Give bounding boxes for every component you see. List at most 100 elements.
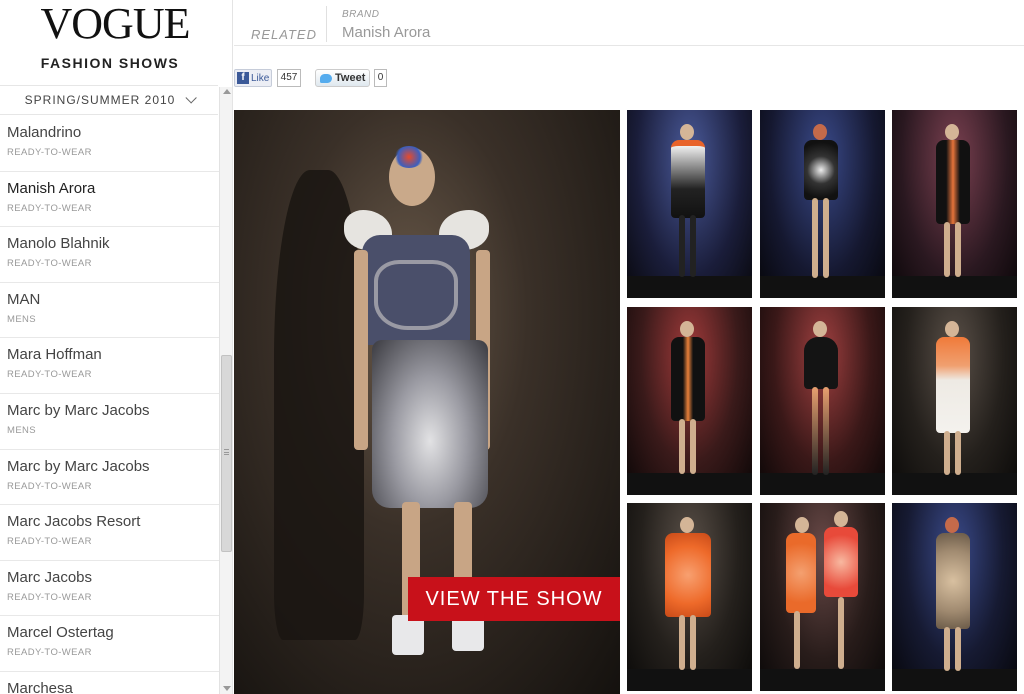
model-leg (955, 431, 961, 475)
look-thumbnail[interactable] (892, 307, 1017, 495)
season-label: SPRING/SUMMER 2010 (24, 93, 176, 107)
outfit (824, 527, 858, 597)
page-subtitle: FASHION SHOWS (40, 55, 180, 71)
model-leg (955, 627, 961, 671)
model-head (680, 321, 694, 337)
season-selector[interactable]: SPRING/SUMMER 2010 (0, 85, 218, 115)
designer-item[interactable]: Marc Jacobs READY-TO-WEAR (0, 561, 219, 617)
twitter-bird-icon (320, 73, 332, 83)
chevron-down-icon (185, 92, 198, 104)
designer-category: MENS (7, 424, 37, 436)
look-thumbnail[interactable] (760, 503, 885, 691)
scroll-down-arrow-icon[interactable] (223, 686, 231, 691)
outfit (671, 140, 705, 218)
designer-item[interactable]: Marc by Marc Jacobs MENS (0, 394, 219, 450)
outfit (804, 337, 838, 389)
designer-category: READY-TO-WEAR (7, 591, 92, 603)
designer-item[interactable]: Malandrino READY-TO-WEAR (0, 116, 219, 172)
outfit (786, 533, 816, 613)
tweet-count: 0 (374, 69, 387, 87)
model-leg (944, 222, 950, 277)
designer-name: Mara Hoffman (7, 346, 102, 364)
model-leg (955, 222, 961, 277)
model-leg (679, 615, 685, 670)
designer-item[interactable]: Marchesa (0, 672, 219, 694)
designer-item-active[interactable]: Manish Arora READY-TO-WEAR (0, 172, 219, 228)
designer-name: Manolo Blahnik (7, 235, 110, 253)
model-head (945, 124, 959, 140)
model-leg (838, 597, 844, 669)
view-the-show-button[interactable]: VIEW THE SHOW (408, 577, 620, 621)
model-head (834, 511, 848, 527)
stage-floor (892, 669, 1017, 691)
look-thumbnail[interactable] (760, 110, 885, 298)
headpiece-ornament (394, 146, 424, 168)
like-label: Like (251, 72, 270, 84)
designer-item[interactable]: Marc Jacobs Resort READY-TO-WEAR (0, 505, 219, 561)
designer-name: Marchesa (7, 679, 73, 694)
look-thumbnail[interactable] (760, 307, 885, 495)
stage-floor (892, 276, 1017, 298)
model-leg (812, 198, 818, 278)
model-head (795, 517, 809, 533)
outfit (936, 337, 970, 433)
brand-link[interactable]: Manish Arora (342, 24, 430, 41)
look-thumbnail[interactable] (892, 503, 1017, 691)
look-thumbnail[interactable] (627, 307, 752, 495)
stage-floor (760, 276, 885, 298)
model-leg (679, 215, 685, 277)
scrollbar-thumb[interactable] (221, 355, 232, 552)
sidebar: VOGUE FASHION SHOWS SPRING/SUMMER 2010 M… (0, 0, 233, 694)
thumbnail-backdrop (760, 503, 885, 691)
designer-category: READY-TO-WEAR (7, 258, 92, 270)
designer-category: READY-TO-WEAR (7, 202, 92, 214)
designer-list: Malandrino READY-TO-WEAR Manish Arora RE… (0, 116, 219, 694)
model-leg (679, 419, 685, 474)
designer-item[interactable]: Marc by Marc Jacobs READY-TO-WEAR (0, 450, 219, 506)
sequin-skirt (372, 340, 488, 508)
designer-item[interactable]: Mara Hoffman READY-TO-WEAR (0, 338, 219, 394)
outfit (671, 337, 705, 421)
look-thumbnail[interactable] (627, 110, 752, 298)
designer-name: Marcel Ostertag (7, 624, 114, 642)
sidebar-scrollbar[interactable] (219, 87, 232, 694)
designer-name: Marc by Marc Jacobs (7, 457, 150, 475)
model-leg (690, 615, 696, 670)
designer-name: Manish Arora (7, 179, 96, 197)
model-leg (944, 431, 950, 475)
designer-category: MENS (7, 313, 37, 325)
tweet-label: Tweet (335, 72, 366, 84)
designer-category: READY-TO-WEAR (7, 147, 92, 158)
model-leg (823, 387, 829, 475)
look-thumbnail[interactable] (627, 503, 752, 691)
like-count: 457 (277, 69, 301, 87)
shoe-left (392, 615, 424, 655)
facebook-like-button[interactable]: f Like (234, 69, 272, 87)
designer-name: Marc by Marc Jacobs (7, 401, 150, 419)
model-head (945, 517, 959, 533)
designer-name: Marc Jacobs Resort (7, 513, 141, 531)
stage-floor (892, 473, 1017, 495)
outfit (936, 533, 970, 629)
model-head (680, 517, 694, 533)
model-arm-left (354, 250, 368, 450)
tweet-button[interactable]: Tweet (315, 69, 370, 87)
outfit (804, 140, 838, 200)
model-head (680, 124, 694, 140)
model-leg (794, 611, 800, 669)
designer-category: READY-TO-WEAR (7, 369, 92, 381)
model-head (813, 321, 827, 337)
scroll-up-arrow-icon[interactable] (223, 89, 231, 94)
stage-floor (627, 276, 752, 298)
vogue-logo[interactable]: VOGUE (40, 2, 191, 46)
designer-name: Malandrino (7, 124, 82, 141)
designer-item[interactable]: Marcel Ostertag READY-TO-WEAR (0, 616, 219, 672)
designer-item[interactable]: Manolo Blahnik READY-TO-WEAR (0, 227, 219, 283)
designer-item[interactable]: MAN MENS (0, 283, 219, 339)
header-divider (326, 6, 327, 42)
look-thumbnail[interactable] (892, 110, 1017, 298)
model-head (945, 321, 959, 337)
model-head (813, 124, 827, 140)
designer-name: Marc Jacobs (7, 568, 93, 586)
stage-floor (627, 473, 752, 495)
